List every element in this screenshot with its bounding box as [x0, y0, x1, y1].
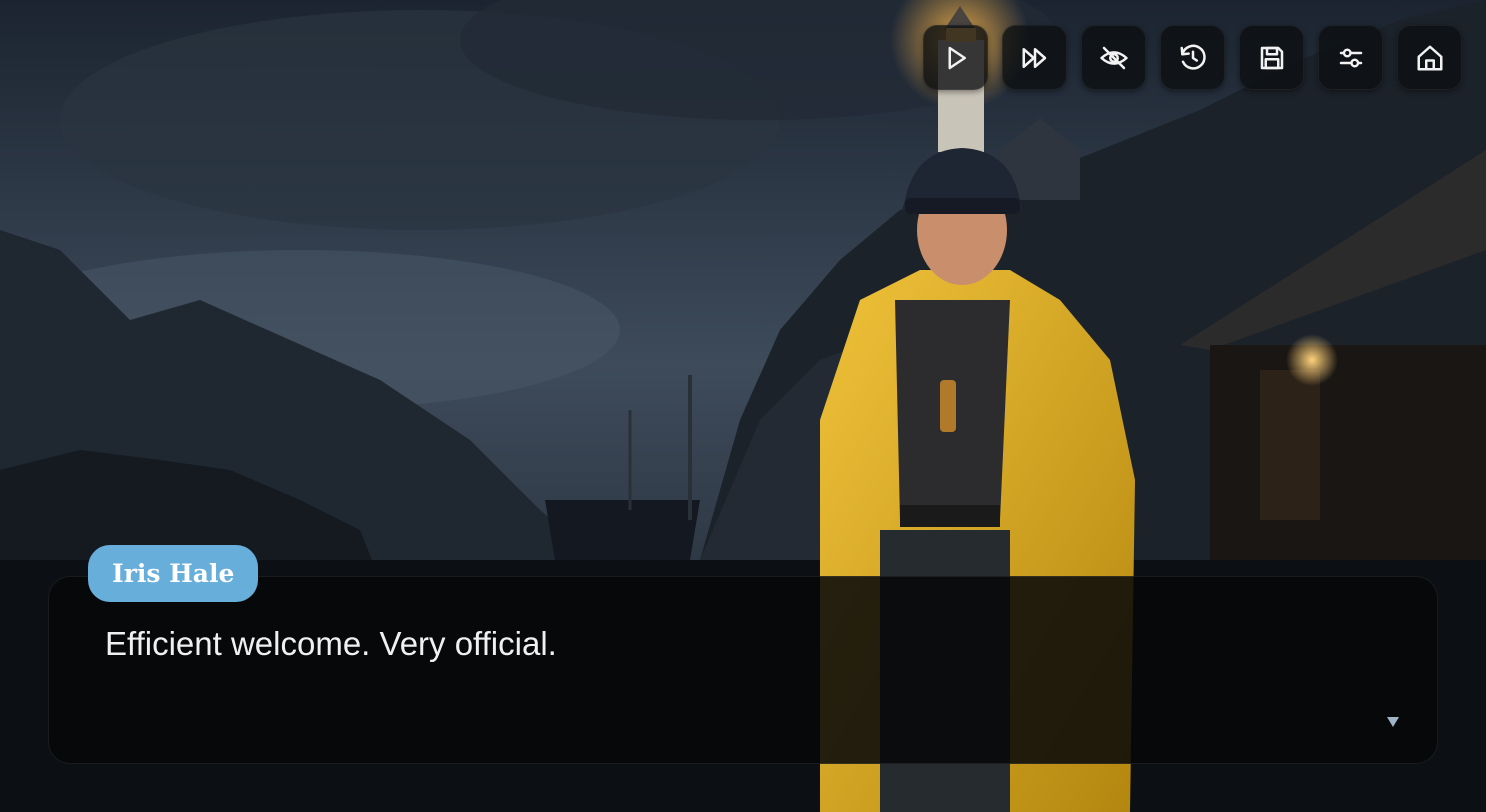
- fast-forward-icon: [1022, 47, 1046, 68]
- top-toolbar: [923, 25, 1462, 90]
- skip-button[interactable]: [1002, 25, 1067, 90]
- auto-play-button[interactable]: [923, 25, 988, 90]
- home-icon: [1417, 45, 1442, 70]
- play-icon: [948, 46, 966, 69]
- dialogue-text: Efficient welcome. Very official.: [105, 625, 557, 662]
- history-button[interactable]: [1160, 25, 1225, 90]
- dialogue-box[interactable]: Efficient welcome. Very official.: [48, 576, 1438, 764]
- settings-button[interactable]: [1318, 25, 1383, 90]
- triangle-down-icon[interactable]: [1387, 717, 1399, 727]
- hide-ui-button[interactable]: [1081, 25, 1146, 90]
- save-icon: [1260, 46, 1283, 69]
- eye-off-icon: [1099, 46, 1128, 69]
- sliders-icon: [1339, 48, 1362, 67]
- speaker-nameplate: Iris Hale: [88, 545, 259, 602]
- history-icon: [1180, 44, 1206, 70]
- save-button[interactable]: [1239, 25, 1304, 90]
- home-button[interactable]: [1397, 25, 1462, 90]
